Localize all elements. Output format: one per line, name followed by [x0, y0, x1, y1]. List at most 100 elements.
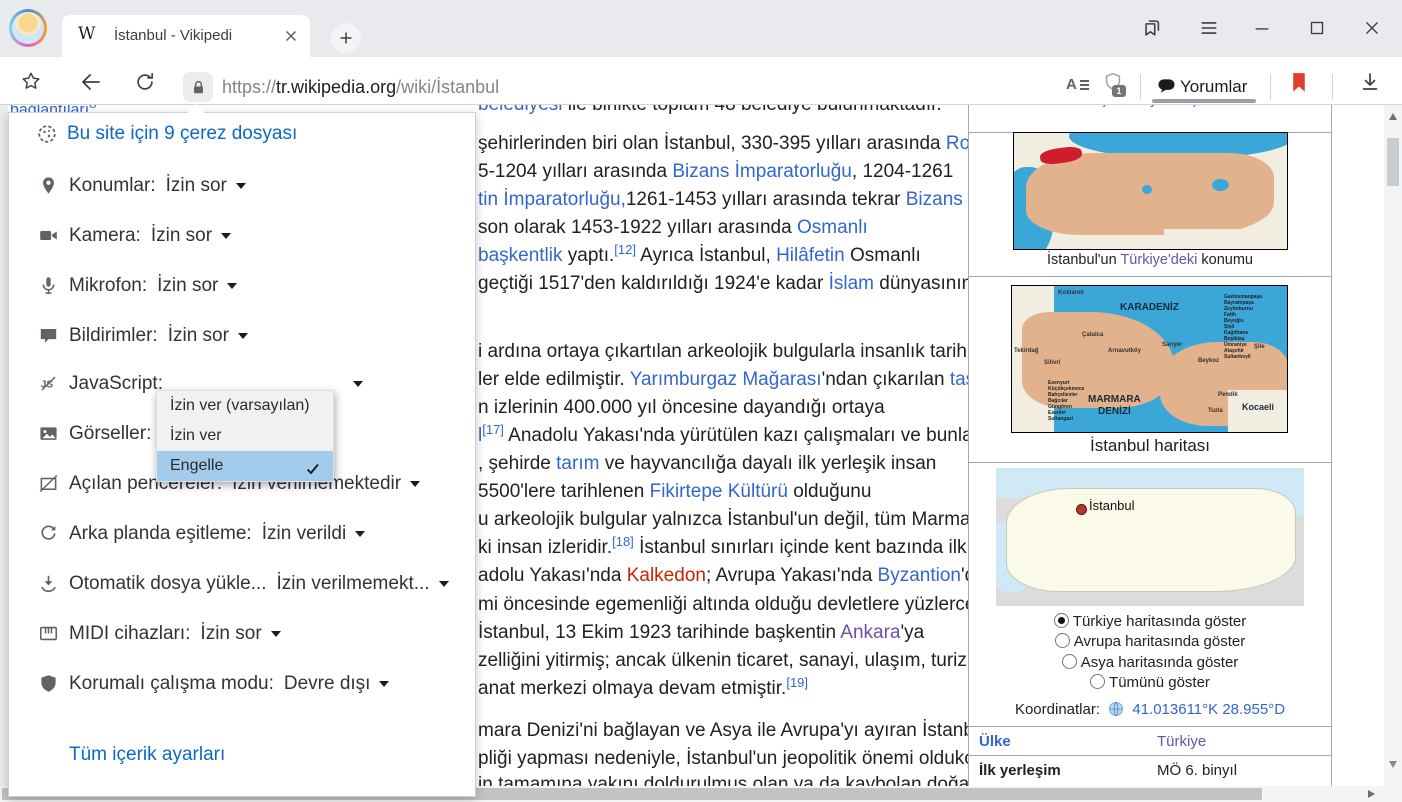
turkey-location-map[interactable]	[1013, 132, 1288, 250]
dropdown-caret-icon[interactable]	[353, 381, 363, 387]
address-bar[interactable]: https://tr.wikipedia.org/wiki/İstanbul	[222, 72, 499, 102]
dropdown-caret-icon[interactable]	[379, 681, 389, 687]
article-link[interactable]: [19]	[786, 675, 808, 690]
dropdown-caret-icon[interactable]	[410, 481, 420, 487]
permission-label: Otomatik dosya yükle...İzin verilmemekt.…	[69, 570, 449, 598]
scroll-down-arrow[interactable]	[1389, 761, 1397, 768]
article-line: mara Denizi'ni bağlayan ve Asya ile Avru…	[478, 717, 989, 745]
article-link[interactable]: İslam	[829, 273, 874, 294]
window-titlebar: W İstanbul - Vikipedi	[0, 0, 1402, 57]
article-line: zelliğini yitirmiş; ancak ülkenin ticare…	[478, 647, 988, 675]
article-link[interactable]: [12]	[614, 242, 636, 257]
permission-value[interactable]: İzin sor	[166, 175, 227, 196]
district-label: Pendik	[1218, 392, 1238, 398]
dropdown-caret-icon[interactable]	[238, 333, 248, 339]
tab-close-icon[interactable]	[282, 27, 300, 45]
cookies-link[interactable]: Bu site için 9 çerez dosyası	[67, 120, 297, 148]
permission-value[interactable]: Devre dışı	[284, 673, 371, 694]
dropdown-option[interactable]: Engelle	[157, 451, 333, 481]
article-link[interactable]: Bizans	[906, 189, 963, 210]
scroll-up-arrow[interactable]	[1389, 113, 1397, 120]
istanbul-district-map[interactable]: KARADENİZ MARMARA DENİZİ Kocaeli Kırklar…	[1011, 285, 1288, 433]
article-link[interactable]: [17]	[482, 422, 504, 437]
panel-arrow	[187, 104, 205, 113]
permission-value[interactable]: İzin sor	[151, 225, 212, 246]
profile-avatar[interactable]	[9, 9, 47, 47]
dropdown-caret-icon[interactable]	[355, 531, 365, 537]
comments-extension-button[interactable]: Yorumlar	[1180, 72, 1247, 102]
article-link[interactable]: Bizans İmparatorluğu	[672, 161, 852, 182]
map-option-4[interactable]: Tümünü göster	[969, 673, 1331, 693]
downloads-icon[interactable]	[1358, 70, 1382, 99]
article-text: yaptı.	[563, 245, 615, 266]
vertical-scroll-thumb[interactable]	[1387, 138, 1399, 186]
scroll-right-arrow[interactable]	[1368, 790, 1375, 798]
article-link[interactable]: tin İmparatorluğu,	[478, 189, 626, 210]
article-line: başkentlik yaptı.[12] Ayrıca İstanbul, H…	[478, 242, 921, 271]
article-link[interactable]: başkentlik	[478, 245, 563, 266]
map-option-2[interactable]: Avrupa haritasında göster	[969, 632, 1331, 652]
dropdown-caret-icon[interactable]	[236, 183, 246, 189]
vertical-scrollbar[interactable]	[1384, 105, 1402, 786]
comments-bubble-icon[interactable]	[1157, 77, 1176, 101]
article-text: 1261-1453 yılları arasında tekrar	[626, 189, 906, 210]
new-tab-button[interactable]	[331, 23, 361, 53]
article-link[interactable]: Fikirtepe Kültürü	[650, 481, 788, 502]
permission-value[interactable]: İzin verildi	[262, 523, 346, 544]
article-text: 'ya	[901, 622, 925, 643]
article-link[interactable]: Osmanlı	[797, 217, 868, 238]
favorites-star-icon[interactable]	[20, 70, 42, 97]
collections-icon[interactable]	[1141, 17, 1163, 39]
article-link[interactable]: Yarımburgaz Mağarası	[630, 369, 822, 390]
close-window-button[interactable]	[1361, 17, 1383, 39]
article-link[interactable]: Kalkedon	[627, 565, 706, 586]
infobox-row-label[interactable]: Ülke	[979, 727, 1011, 756]
district-label: Arnavutköy	[1108, 348, 1141, 354]
article-text: n izlerinin 400.000 yıl öncesine dayandı…	[478, 397, 885, 418]
article-link[interactable]: Ankara	[840, 622, 900, 643]
district-label: Tekirdağ	[1014, 348, 1039, 354]
radio-button[interactable]	[1062, 654, 1077, 669]
back-icon[interactable]	[79, 70, 103, 99]
location-icon	[39, 176, 58, 195]
article-line: mi öncesinde egemenliği altında olduğu d…	[478, 591, 1000, 619]
maximize-button[interactable]	[1306, 17, 1328, 39]
menu-icon[interactable]	[1198, 17, 1220, 39]
immersive-reader-icon[interactable]: A	[1066, 76, 1089, 93]
browser-tab[interactable]: W İstanbul - Vikipedi	[62, 15, 310, 57]
dropdown-option[interactable]: İzin ver	[157, 421, 333, 451]
district-label: Silivri	[1044, 360, 1060, 366]
dropdown-caret-icon[interactable]	[221, 233, 231, 239]
infobox-row-value[interactable]: Türkiye	[1157, 727, 1206, 756]
permission-value[interactable]: İzin verilmemekt...	[276, 573, 429, 594]
dropdown-option[interactable]: İzin ver (varsayılan)	[157, 391, 333, 421]
article-link[interactable]: tarım	[556, 453, 599, 474]
map-option-3[interactable]: Asya haritasında göster	[969, 653, 1331, 673]
article-link[interactable]: Byzantion	[878, 565, 961, 586]
all-content-settings-link[interactable]: Tüm içerik ayarları	[69, 744, 225, 766]
article-text: Osmanlı	[845, 245, 921, 266]
reload-icon[interactable]	[134, 71, 156, 98]
radio-button[interactable]	[1054, 613, 1069, 628]
article-text: ler elde edilmiştir.	[478, 369, 630, 390]
radio-button[interactable]	[1090, 674, 1105, 689]
browser-toolbar: https://tr.wikipedia.org/wiki/İstanbul A…	[0, 57, 1402, 105]
article-link[interactable]: [18]	[612, 534, 634, 549]
bookmark-red-icon[interactable]	[1288, 71, 1310, 98]
marker-label: İstanbul	[1089, 498, 1135, 513]
permission-value[interactable]: İzin sor	[200, 623, 261, 644]
minimize-button[interactable]	[1251, 17, 1273, 39]
turkey-marker-map[interactable]: İstanbul	[996, 468, 1304, 606]
dropdown-caret-icon[interactable]	[227, 283, 237, 289]
map-caption-link[interactable]: Türkiye'deki	[1120, 252, 1197, 268]
radio-button[interactable]	[1055, 633, 1070, 648]
permission-value[interactable]: İzin sor	[157, 275, 218, 296]
permission-label: Kamera:İzin sor	[69, 222, 231, 250]
map-option-1[interactable]: Türkiye haritasında göster	[969, 612, 1331, 632]
site-lock-icon[interactable]	[183, 72, 213, 102]
permission-value[interactable]: İzin sor	[168, 325, 229, 346]
dropdown-caret-icon[interactable]	[439, 581, 449, 587]
article-link[interactable]: Hilâfetin	[776, 245, 845, 266]
coordinates-link[interactable]: 41.013611°K 28.955°D	[1132, 701, 1285, 718]
dropdown-caret-icon[interactable]	[271, 631, 281, 637]
